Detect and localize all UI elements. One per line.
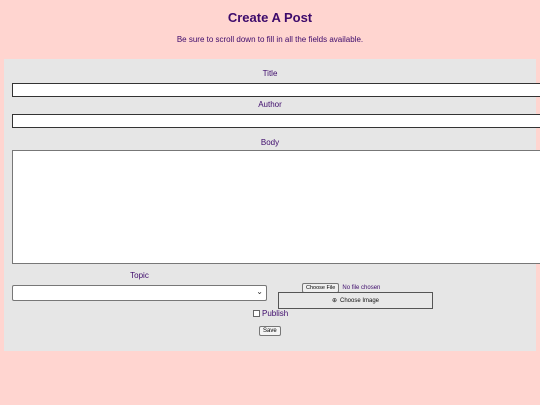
publish-option: Publish xyxy=(253,309,288,318)
chevron-down-icon: ⌄ xyxy=(256,287,263,296)
publish-label: Publish xyxy=(262,309,289,318)
file-status: No file chosen xyxy=(342,285,381,291)
page-subtitle: Be sure to scroll down to fill in all th… xyxy=(176,35,364,44)
page-title: Create A Post xyxy=(227,10,313,25)
body-textarea[interactable] xyxy=(12,150,540,264)
topic-label: Topic xyxy=(130,271,149,280)
topic-select[interactable]: ⌄ xyxy=(12,285,267,301)
body-label: Body xyxy=(260,138,280,147)
title-input[interactable] xyxy=(12,83,540,97)
author-label: Author xyxy=(258,100,282,109)
add-image-icon: ⊕ xyxy=(331,298,337,304)
choose-image-button[interactable]: ⊕ Choose Image xyxy=(278,292,433,309)
publish-checkbox[interactable] xyxy=(253,310,260,317)
save-button[interactable]: Save xyxy=(259,326,281,336)
author-input[interactable] xyxy=(12,114,540,128)
choose-image-label: Choose Image xyxy=(340,297,380,304)
title-label: Title xyxy=(262,69,278,78)
